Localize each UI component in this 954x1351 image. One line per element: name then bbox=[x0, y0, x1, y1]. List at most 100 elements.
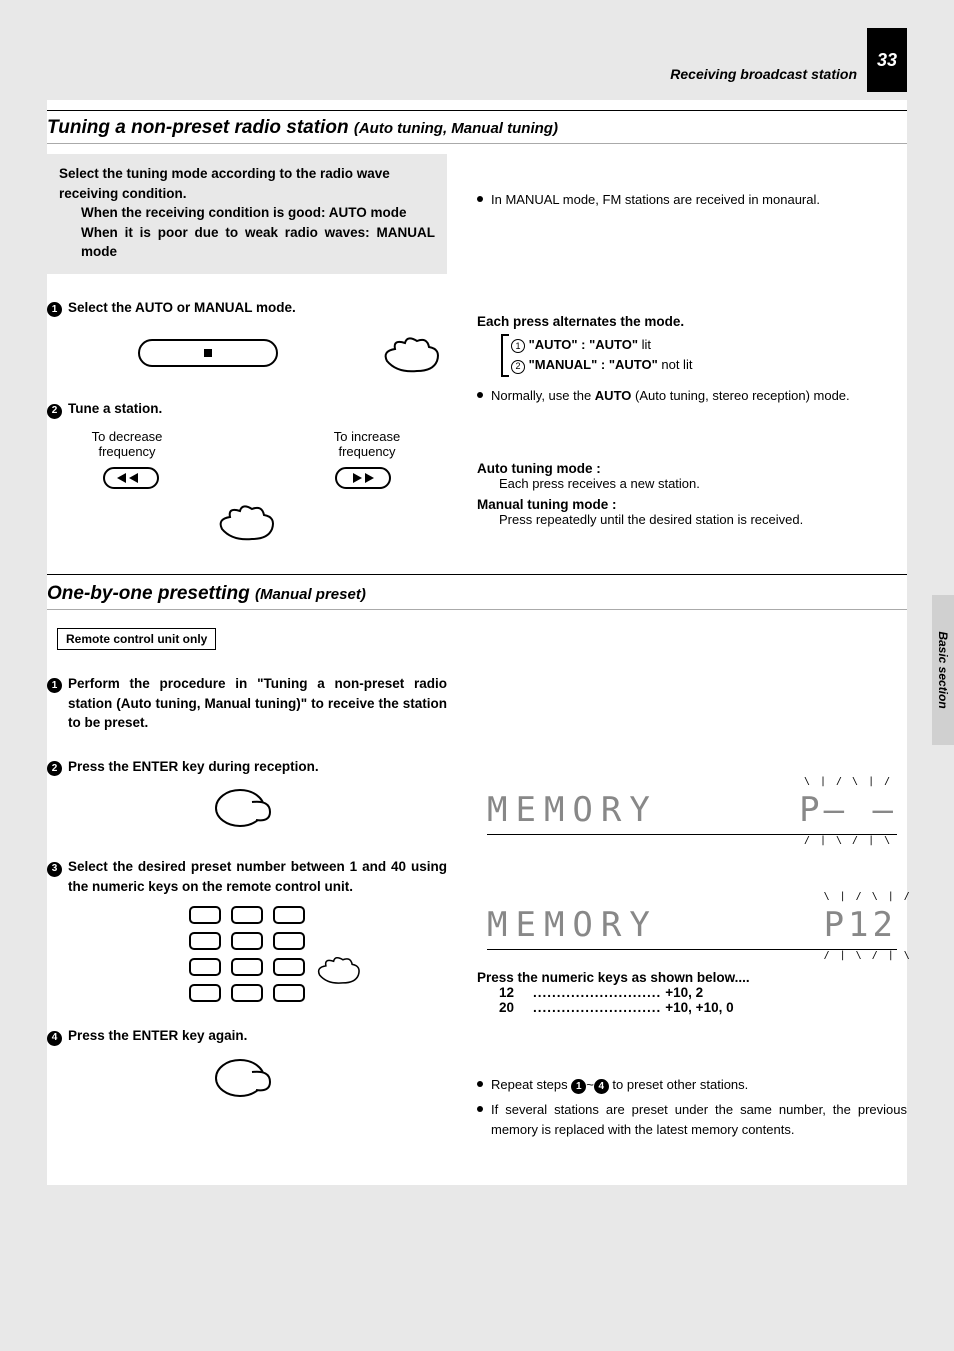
side-tab-label: Basic section bbox=[936, 631, 950, 708]
section-title-1: Tuning a non-preset radio station (Auto … bbox=[47, 117, 907, 143]
step-text: Select the AUTO or MANUAL mode. bbox=[68, 298, 447, 318]
sub-heading: Each press alternates the mode. bbox=[477, 314, 907, 329]
step-text: Tune a station. bbox=[68, 399, 447, 419]
intro-line: When the receiving condition is good: AU… bbox=[59, 203, 435, 223]
key-icon bbox=[231, 906, 263, 924]
mode-label: "MANUAL" : "AUTO" bbox=[529, 357, 658, 372]
bullet-text: Repeat steps 1~4 to preset other station… bbox=[491, 1075, 748, 1095]
key-icon bbox=[273, 932, 305, 950]
side-tab: Basic section bbox=[932, 595, 954, 745]
right-column: In MANUAL mode, FM stations are received… bbox=[467, 154, 907, 546]
lcd-preset-blink: P12 bbox=[824, 905, 897, 945]
divider bbox=[47, 574, 907, 575]
lcd-text: MEMORY bbox=[487, 790, 658, 830]
numkey-val: +10, 2 bbox=[665, 985, 703, 1000]
tune-buttons-illustration bbox=[103, 467, 391, 489]
page-content: Tuning a non-preset radio station (Auto … bbox=[47, 100, 907, 1185]
text: Normally, use the bbox=[491, 388, 595, 403]
hand-icon bbox=[377, 331, 447, 375]
right-column-2: MEMORY P– – MEMORY P12 Press the numeric… bbox=[467, 620, 907, 1146]
remote-only-badge: Remote control unit only bbox=[57, 628, 216, 650]
step-number-icon: 1 bbox=[47, 678, 62, 693]
step-4b: 4 Press the ENTER key again. bbox=[47, 1026, 447, 1046]
left-column-2: Remote control unit only 1 Perform the p… bbox=[47, 620, 447, 1146]
step-1b: 1 Perform the procedure in "Tuning a non… bbox=[47, 674, 447, 733]
bullet-text: If several stations are preset under the… bbox=[491, 1100, 907, 1139]
hand-icon bbox=[212, 499, 282, 543]
step-text: Press the ENTER key during reception. bbox=[68, 757, 447, 777]
text: Repeat steps bbox=[491, 1077, 571, 1092]
key-icon bbox=[189, 984, 221, 1002]
key-icon bbox=[189, 932, 221, 950]
key-icon bbox=[189, 906, 221, 924]
bullet-icon bbox=[477, 196, 483, 202]
step-3b: 3 Select the desired preset number betwe… bbox=[47, 857, 447, 896]
key-icon bbox=[273, 958, 305, 976]
stop-button-icon bbox=[138, 339, 278, 367]
text: ~ bbox=[586, 1077, 594, 1092]
lcd-text: MEMORY bbox=[487, 905, 658, 945]
key-icon bbox=[189, 958, 221, 976]
key-icon bbox=[231, 932, 263, 950]
key-icon bbox=[273, 906, 305, 924]
section-title-1-sub: (Auto tuning, Manual tuning) bbox=[354, 120, 558, 137]
keypad-illustration bbox=[177, 906, 317, 1002]
mode-desc: Press repeatedly until the desired stati… bbox=[499, 512, 907, 527]
mode-item: 2 "MANUAL" : "AUTO" not lit bbox=[511, 355, 907, 376]
hand-icon bbox=[212, 1056, 282, 1100]
freq-increase-label: To increase frequency bbox=[307, 429, 427, 459]
auto-tuning-block: Auto tuning mode : Each press receives a… bbox=[477, 461, 907, 491]
step-number-icon: 3 bbox=[47, 862, 62, 877]
bullet-icon bbox=[477, 1106, 483, 1112]
step-number-icon: 4 bbox=[594, 1079, 609, 1094]
text-bold: AUTO bbox=[595, 388, 632, 403]
section-title-2-sub: (Manual preset) bbox=[255, 586, 366, 603]
forward-button-icon bbox=[335, 467, 391, 489]
step-2b: 2 Press the ENTER key during reception. bbox=[47, 757, 447, 777]
mode-desc: Each press receives a new station. bbox=[499, 476, 907, 491]
numkey-val: +10, +10, 0 bbox=[665, 1000, 733, 1015]
freq-decrease-label: To decrease frequency bbox=[67, 429, 187, 459]
section-title-1-main: Tuning a non-preset radio station bbox=[47, 117, 349, 138]
section-title-2-main: One-by-one presetting bbox=[47, 583, 250, 604]
freq-labels: To decrease frequency To increase freque… bbox=[67, 429, 427, 459]
bullet-icon bbox=[477, 1081, 483, 1087]
rewind-button-icon bbox=[103, 467, 159, 489]
left-column: Select the tuning mode according to the … bbox=[47, 154, 447, 546]
key-icon bbox=[231, 984, 263, 1002]
intro-box: Select the tuning mode according to the … bbox=[47, 154, 447, 274]
text: to preset other stations. bbox=[609, 1077, 748, 1092]
numkey-key: 20 bbox=[499, 1000, 529, 1015]
mode-title: Manual tuning mode : bbox=[477, 497, 907, 512]
bullet-icon bbox=[477, 392, 483, 398]
mode-title: Auto tuning mode : bbox=[477, 461, 907, 476]
header-section-label: Receiving broadcast station bbox=[670, 66, 857, 82]
bullet-text: In MANUAL mode, FM stations are received… bbox=[491, 190, 820, 210]
mode-label: "AUTO" : "AUTO" bbox=[529, 337, 638, 352]
hand-icon bbox=[311, 952, 367, 986]
step-number-icon: 1 bbox=[571, 1079, 586, 1094]
mode-list: 1 "AUTO" : "AUTO" lit 2 "MANUAL" : "AUTO… bbox=[501, 335, 907, 376]
numkey-key: 12 bbox=[499, 985, 529, 1000]
mode-state: lit bbox=[642, 337, 651, 352]
numkeys-heading: Press the numeric keys as shown below...… bbox=[477, 970, 907, 985]
step-text: Perform the procedure in "Tuning a non-p… bbox=[68, 674, 447, 733]
divider bbox=[47, 110, 907, 111]
mode-state: not lit bbox=[661, 357, 692, 372]
step-2: 2 Tune a station. bbox=[47, 399, 447, 419]
step-number-icon: 1 bbox=[47, 302, 62, 317]
step-number-icon: 4 bbox=[47, 1031, 62, 1046]
mode-item: 1 "AUTO" : "AUTO" lit bbox=[511, 335, 907, 356]
lcd-display-2: MEMORY P12 bbox=[487, 905, 897, 950]
step-text: Select the desired preset number between… bbox=[68, 857, 447, 896]
bullet-item: Repeat steps 1~4 to preset other station… bbox=[477, 1075, 907, 1095]
intro-line: Select the tuning mode according to the … bbox=[59, 164, 435, 203]
bullet-item: In MANUAL mode, FM stations are received… bbox=[477, 190, 907, 210]
step-number-icon: 2 bbox=[47, 404, 62, 419]
key-icon bbox=[231, 958, 263, 976]
section-title-2: One-by-one presetting (Manual preset) bbox=[47, 583, 907, 609]
manual-tuning-block: Manual tuning mode : Press repeatedly un… bbox=[477, 497, 907, 527]
bullet-item: Normally, use the AUTO (Auto tuning, ste… bbox=[477, 386, 907, 406]
page-number: 33 bbox=[867, 28, 907, 92]
numkey-example: 20 ........................... +10, +10,… bbox=[499, 1000, 907, 1015]
